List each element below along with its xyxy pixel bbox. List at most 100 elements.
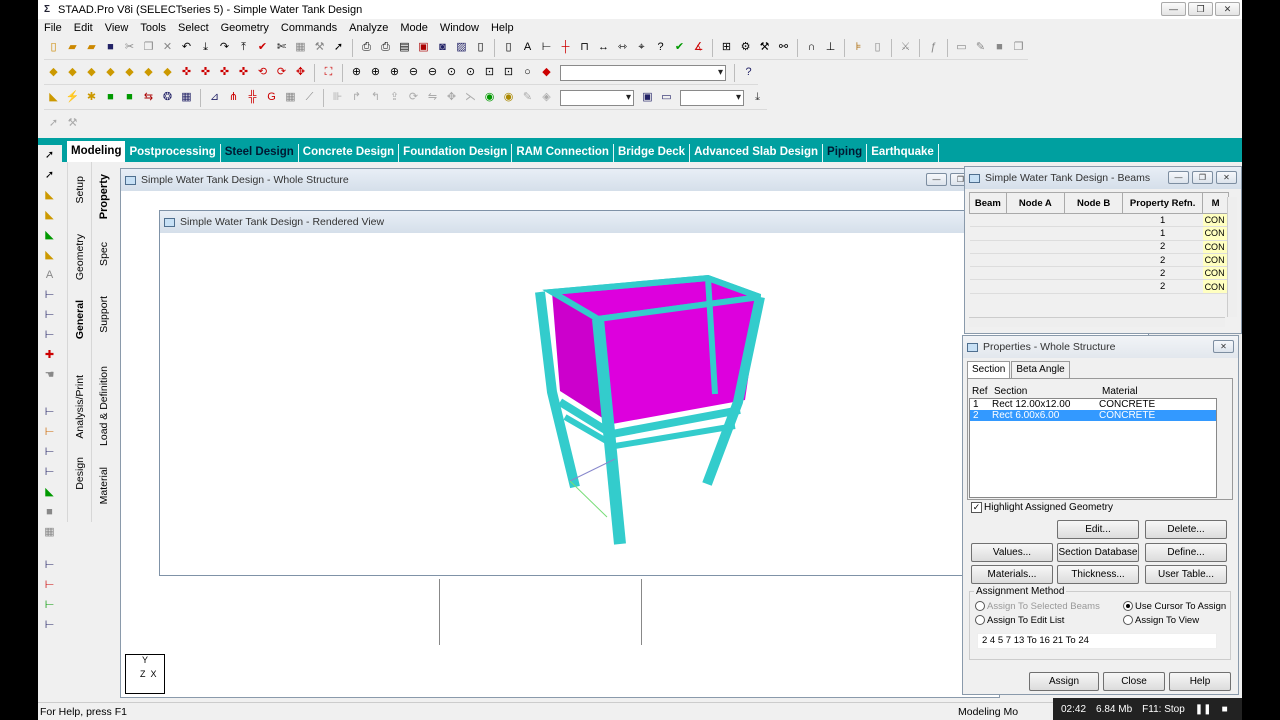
tab-beta-angle[interactable]: Beta Angle	[1011, 361, 1070, 378]
view-back-icon[interactable]: ◆	[82, 63, 101, 82]
add-plate-icon[interactable]: G	[262, 88, 281, 107]
shape-icon[interactable]: ◈	[537, 88, 556, 107]
members-cursor-icon[interactable]: ⊢	[40, 326, 59, 345]
query-icon[interactable]: ?	[739, 63, 758, 82]
load-view-icon[interactable]: ⊢	[40, 443, 59, 462]
plates-cursor-icon[interactable]: ◣	[40, 226, 59, 245]
geometry-tool-icon[interactable]: ⚒	[755, 38, 774, 57]
table-row[interactable]: 2 CON	[969, 279, 1229, 294]
label-icon[interactable]: ▭	[657, 88, 676, 107]
delete-button[interactable]: Delete...	[1145, 520, 1227, 539]
rotate-icon[interactable]: ⟳	[404, 88, 423, 107]
copy-sheet-icon[interactable]: ❐	[1009, 38, 1028, 57]
menu-window[interactable]: Window	[434, 22, 485, 34]
design-cursor-icon[interactable]: ⊢	[40, 556, 59, 575]
redo-icon[interactable]: ↷	[215, 38, 234, 57]
section-database-button[interactable]: Section Database	[1057, 543, 1139, 562]
pointer-select-icon[interactable]: ➚	[40, 166, 59, 185]
zoom-in-icon[interactable]: ⊕	[385, 63, 404, 82]
physical-cursor-icon[interactable]: ⊢	[40, 306, 59, 325]
angle-measure-icon[interactable]: ↱	[347, 88, 366, 107]
define-button[interactable]: Define...	[1145, 543, 1227, 562]
sheet-icon[interactable]: ▭	[952, 38, 971, 57]
list-item[interactable]: 1 Rect 12.00x12.00 CONCRETE	[970, 399, 1216, 410]
select-surfaces-icon[interactable]: ■	[120, 88, 139, 107]
pause-icon[interactable]: ❚❚	[1195, 704, 1212, 715]
snap-grid-icon[interactable]: ⊿	[205, 88, 224, 107]
zoom-all-icon[interactable]: ⊡	[499, 63, 518, 82]
beams-cursor-icon[interactable]: ◣	[40, 206, 59, 225]
load-edit-icon[interactable]: ⊢	[40, 423, 59, 442]
spin-left-icon[interactable]: ⟲	[253, 63, 272, 82]
note-icon[interactable]: ▯	[868, 38, 887, 57]
nodes-cursor-icon[interactable]: ◣	[40, 186, 59, 205]
solids-cursor-icon[interactable]: A	[40, 266, 59, 285]
surfaces-cursor-icon[interactable]: ◣	[40, 246, 59, 265]
table-row[interactable]: 1 CON	[969, 226, 1229, 241]
copy-icon[interactable]: ❐	[139, 38, 158, 57]
page-material[interactable]: Material	[92, 467, 116, 504]
page-support[interactable]: Support	[92, 296, 116, 333]
tab-bridge-deck[interactable]: Bridge Deck	[614, 144, 691, 162]
view-cube-icon[interactable]: ◆	[44, 63, 63, 82]
select-geometry-icon[interactable]: ⇆	[139, 88, 158, 107]
angle-icon[interactable]: ∡	[689, 38, 708, 57]
measure-icon[interactable]: ⊪	[328, 88, 347, 107]
page-property[interactable]: Property	[92, 174, 116, 219]
load-copy-icon[interactable]: ▦	[40, 523, 59, 542]
menu-view[interactable]: View	[99, 22, 135, 34]
col-material[interactable]: M	[1202, 192, 1229, 214]
menu-select[interactable]: Select	[172, 22, 215, 34]
cursor-arrow-icon[interactable]: ➚	[44, 114, 63, 133]
zoom-region-icon[interactable]: ⊡	[480, 63, 499, 82]
close-dialog-button[interactable]: Close	[1103, 672, 1165, 691]
values-button[interactable]: Values...	[971, 543, 1053, 562]
design-icon[interactable]: ⚔	[896, 38, 915, 57]
radio-assign-view[interactable]: Assign To View	[1123, 615, 1199, 626]
calc-icon[interactable]: ▦	[291, 38, 310, 57]
function-icon[interactable]: ƒ	[924, 38, 943, 57]
delete-icon[interactable]: ✕	[158, 38, 177, 57]
spin-right-icon[interactable]: ⟳	[272, 63, 291, 82]
highlight-checkbox-row[interactable]: ✓ Highlight Assigned Geometry	[971, 502, 1113, 513]
table-icon[interactable]: ▣	[638, 88, 657, 107]
cursor-icon[interactable]: ⌖	[632, 38, 651, 57]
section-list[interactable]: 1 Rect 12.00x12.00 CONCRETE 2 Rect 6.00x…	[969, 398, 1217, 498]
select-group-icon[interactable]: ❂	[158, 88, 177, 107]
tab-foundation-design[interactable]: Foundation Design	[399, 144, 513, 162]
tab-steel-design[interactable]: Steel Design	[221, 144, 299, 162]
menu-analyze[interactable]: Analyze	[343, 22, 394, 34]
select-solids-icon[interactable]: ■	[101, 88, 120, 107]
edit-button[interactable]: Edit...	[1057, 520, 1139, 539]
check-model-icon[interactable]: ✔	[670, 38, 689, 57]
tools-icon[interactable]: ⚒	[310, 38, 329, 57]
view-top-icon[interactable]: ◆	[139, 63, 158, 82]
col-node-a[interactable]: Node A	[1005, 192, 1065, 214]
save-sheet-icon[interactable]: ■	[990, 38, 1009, 57]
assign-button[interactable]: Assign	[1029, 672, 1099, 691]
new-file-icon[interactable]: ▯	[44, 38, 63, 57]
col-property[interactable]: Property Refn.	[1122, 192, 1204, 214]
add-node-icon[interactable]: ╬	[243, 88, 262, 107]
menu-geometry[interactable]: Geometry	[215, 22, 275, 34]
menu-edit[interactable]: Edit	[68, 22, 99, 34]
tab-piping[interactable]: Piping	[823, 144, 868, 162]
menu-mode[interactable]: Mode	[394, 22, 434, 34]
check-icon[interactable]: ✔	[253, 38, 272, 57]
label-a-icon[interactable]: A	[518, 38, 537, 57]
open-folder-icon[interactable]: ▰	[63, 38, 82, 57]
page-setup[interactable]: Setup	[68, 176, 92, 203]
view-right-icon[interactable]: ◆	[120, 63, 139, 82]
user-table-button[interactable]: User Table...	[1145, 565, 1227, 584]
view-front-icon[interactable]: ◆	[63, 63, 82, 82]
page-load-definition[interactable]: Load & Definition	[92, 366, 116, 446]
print-preview-icon[interactable]: ⎙	[376, 38, 395, 57]
beams-table[interactable]: Beam Node A Node B Property Refn. M 1 CON…	[969, 192, 1229, 294]
rotate-left-icon[interactable]: ✜	[215, 63, 234, 82]
table-row[interactable]: 2 CON	[969, 266, 1229, 281]
table-row[interactable]: 1 CON	[969, 213, 1229, 228]
structure-icon[interactable]: ⊞	[717, 38, 736, 57]
restore-button[interactable]: ❐	[1192, 171, 1213, 184]
horizontal-scrollbar[interactable]	[969, 317, 1225, 327]
zoom-dynamic-icon[interactable]: ⊕	[366, 63, 385, 82]
